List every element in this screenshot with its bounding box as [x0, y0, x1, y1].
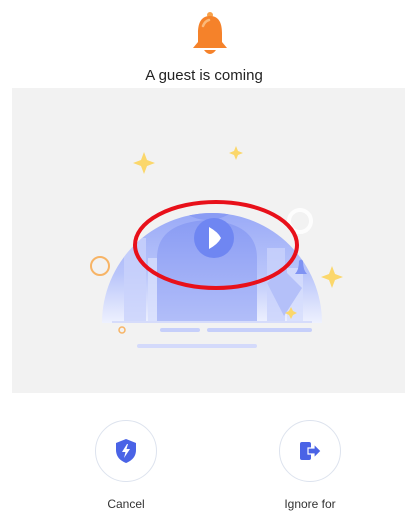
ignore-for-button[interactable]: Ignore for — [270, 420, 350, 511]
play-button[interactable] — [194, 218, 234, 258]
notification-title: A guest is coming — [145, 67, 263, 84]
bell-icon — [190, 12, 230, 58]
ignore-for-label: Ignore for — [284, 497, 336, 511]
cancel-label: Cancel — [107, 497, 145, 511]
video-preview[interactable] — [12, 88, 405, 393]
exit-arrow-icon — [300, 442, 322, 460]
shield-bolt-icon — [116, 439, 136, 463]
cancel-button[interactable]: Cancel — [86, 420, 166, 511]
